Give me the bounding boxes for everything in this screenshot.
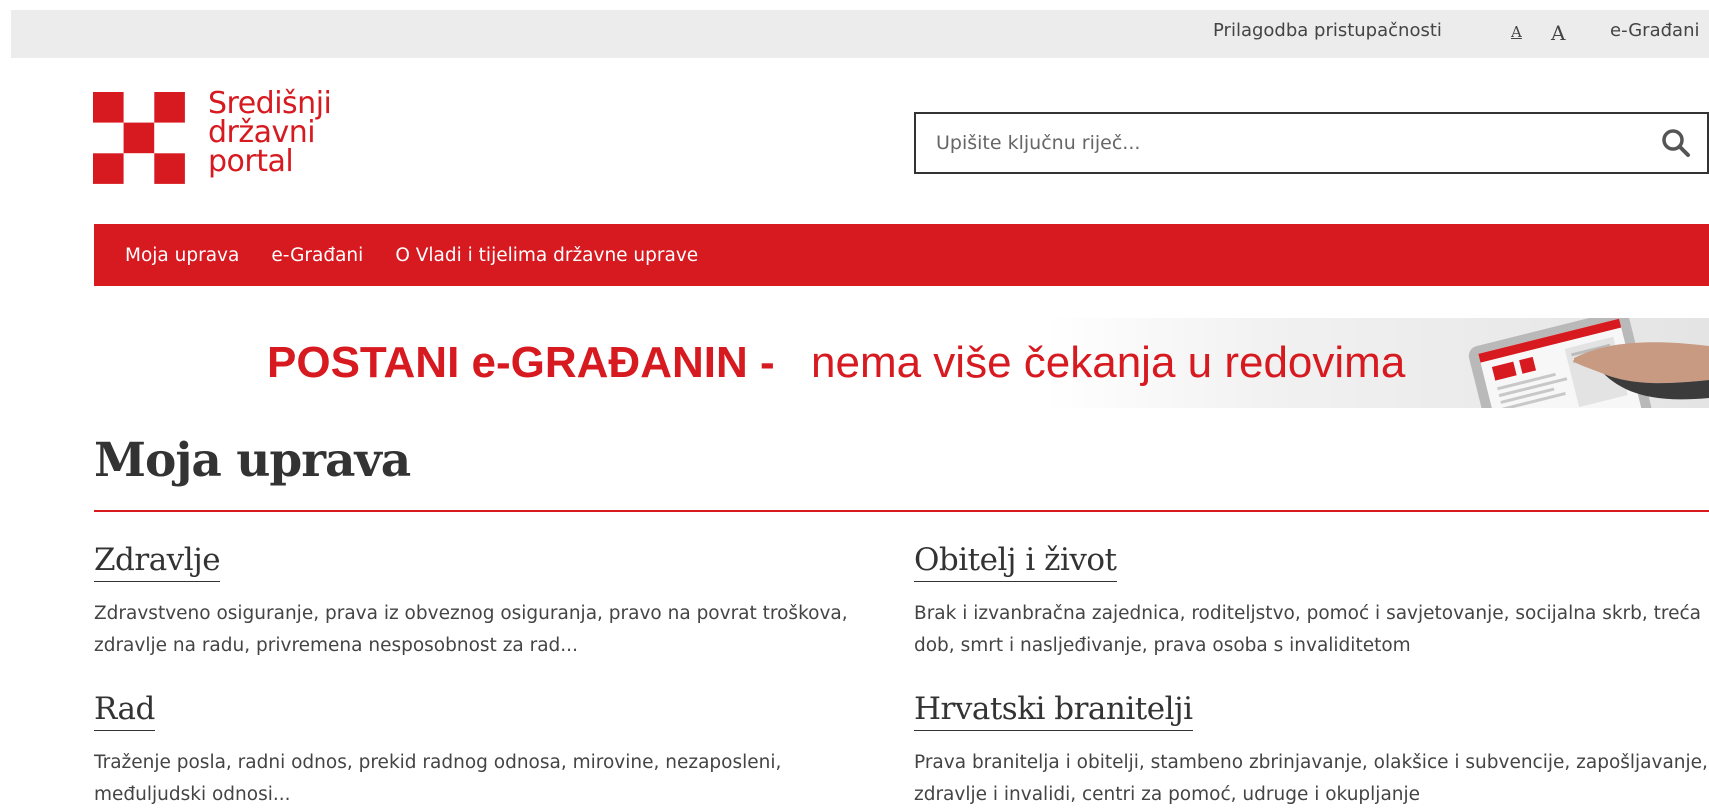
font-size-small-button[interactable]: A <box>1511 10 1522 58</box>
topic-card: Rad Traženje posla, radni odnos, prekid … <box>94 691 894 811</box>
promo-banner[interactable]: POSTANI e-GRAĐANIN - nema više čekanja u… <box>94 318 1709 408</box>
page-title: Moja uprava <box>94 433 411 488</box>
font-size-large-button[interactable]: A <box>1551 10 1565 58</box>
banner-headline-light: nema više čekanja u redovima <box>811 338 1406 387</box>
utility-bar: Prilagodba pristupačnosti A A e-Građani <box>11 10 1709 58</box>
search-icon <box>1662 129 1690 157</box>
egradani-top-link[interactable]: e-Građani <box>1610 10 1699 58</box>
tablet-hand-illustration-icon <box>1468 318 1709 408</box>
search-box <box>914 112 1709 174</box>
nav-item-e-gradani[interactable]: e-Građani <box>271 245 363 266</box>
main-navigation: Moja uprava e-Građani O Vladi i tijelima… <box>94 224 1709 286</box>
topic-description: Zdravstveno osiguranje, prava iz obvezno… <box>94 603 848 656</box>
topic-link-zdravlje[interactable]: Zdravlje <box>94 542 221 582</box>
accessibility-settings-link[interactable]: Prilagodba pristupačnosti <box>1213 10 1442 58</box>
checkerboard-logo-icon <box>93 92 185 184</box>
topic-card: Zdravlje Zdravstveno osiguranje, prava i… <box>94 542 894 662</box>
logo-line-2: državni <box>208 115 316 150</box>
nav-item-o-vladi[interactable]: O Vladi i tijelima državne uprave <box>395 245 698 266</box>
topic-card: Hrvatski branitelji Prava branitelja i o… <box>914 691 1709 811</box>
topic-card: Obitelj i život Brak i izvanbračna zajed… <box>914 542 1709 662</box>
topic-link-obitelj-i-zivot[interactable]: Obitelj i život <box>914 542 1117 582</box>
search-input[interactable] <box>916 114 1707 172</box>
logo-line-1: Središnji <box>208 86 332 121</box>
title-divider <box>94 510 1709 512</box>
topic-link-rad[interactable]: Rad <box>94 691 155 731</box>
nav-item-moja-uprava[interactable]: Moja uprava <box>125 245 239 266</box>
logo-wordmark: Središnji državni portal <box>208 86 332 179</box>
topic-description: Traženje posla, radni odnos, prekid radn… <box>94 752 782 805</box>
topic-description: Prava branitelja i obitelji, stambeno zb… <box>914 752 1708 805</box>
banner-headline-bold: POSTANI e-GRAĐANIN - <box>267 338 775 387</box>
site-logo[interactable]: Središnji državni portal <box>93 86 353 192</box>
topic-link-hrvatski-branitelji[interactable]: Hrvatski branitelji <box>914 691 1193 731</box>
logo-line-3: portal <box>208 144 294 179</box>
search-button[interactable] <box>1645 114 1707 172</box>
topic-description: Brak i izvanbračna zajednica, roditeljst… <box>914 603 1702 656</box>
